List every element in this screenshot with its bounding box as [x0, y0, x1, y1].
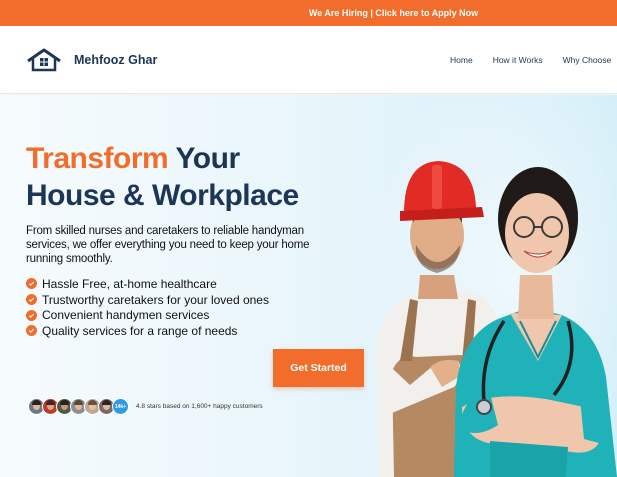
check-icon — [26, 325, 37, 337]
hero-title: Transform Your House & Workplace — [26, 140, 366, 214]
feature-item: Quality services for a range of needs — [26, 323, 269, 339]
customer-reviews: 14k+ 4.8 stars based on 1,600+ happy cus… — [28, 398, 263, 415]
customer-avatars: 14k+ — [28, 398, 129, 415]
feature-text: Trustworthy caretakers for your loved on… — [42, 292, 269, 307]
brand-name: Mehfooz Ghar — [74, 53, 158, 67]
house-logo-icon — [27, 48, 61, 72]
hero-description: From skilled nurses and caretakers to re… — [26, 225, 310, 265]
hero-title-line1: Your — [168, 142, 241, 175]
hero-title-line2: House & Workplace — [26, 179, 299, 212]
feature-item: Convenient handymen services — [26, 307, 269, 323]
feature-item: Hassle Free, at-home healthcare — [26, 276, 269, 292]
feature-list: Hassle Free, at-home healthcare Trustwor… — [26, 276, 269, 339]
hero-image — [370, 95, 617, 477]
get-started-button[interactable]: Get Started — [273, 349, 364, 387]
check-icon — [26, 294, 37, 306]
more-customers-badge: 14k+ — [112, 398, 129, 415]
nav-link-why-choose[interactable]: Why Choose — [563, 55, 612, 65]
hiring-announcement-bar[interactable]: We Are Hiring | Click here to Apply Now — [0, 0, 617, 26]
nav-link-home[interactable]: Home — [450, 55, 473, 65]
brand-logo[interactable]: Mehfooz Ghar — [26, 48, 157, 72]
nav-link-how-it-works[interactable]: How it Works — [493, 55, 543, 65]
site-header: Mehfooz Ghar Home How it Works Why Choos… — [0, 26, 617, 94]
check-icon — [26, 309, 37, 321]
feature-text: Hassle Free, at-home healthcare — [42, 276, 217, 291]
reviews-summary: 4.8 stars based on 1,600+ happy customer… — [136, 403, 263, 410]
main-nav: Home How it Works Why Choose — [450, 55, 611, 65]
feature-text: Quality services for a range of needs — [42, 323, 238, 338]
check-icon — [26, 278, 37, 290]
feature-text: Convenient handymen services — [42, 308, 210, 323]
hiring-announcement-link[interactable]: We Are Hiring | Click here to Apply Now — [309, 8, 478, 18]
hero-title-accent: Transform — [26, 142, 169, 175]
feature-item: Trustworthy caretakers for your loved on… — [26, 292, 269, 308]
